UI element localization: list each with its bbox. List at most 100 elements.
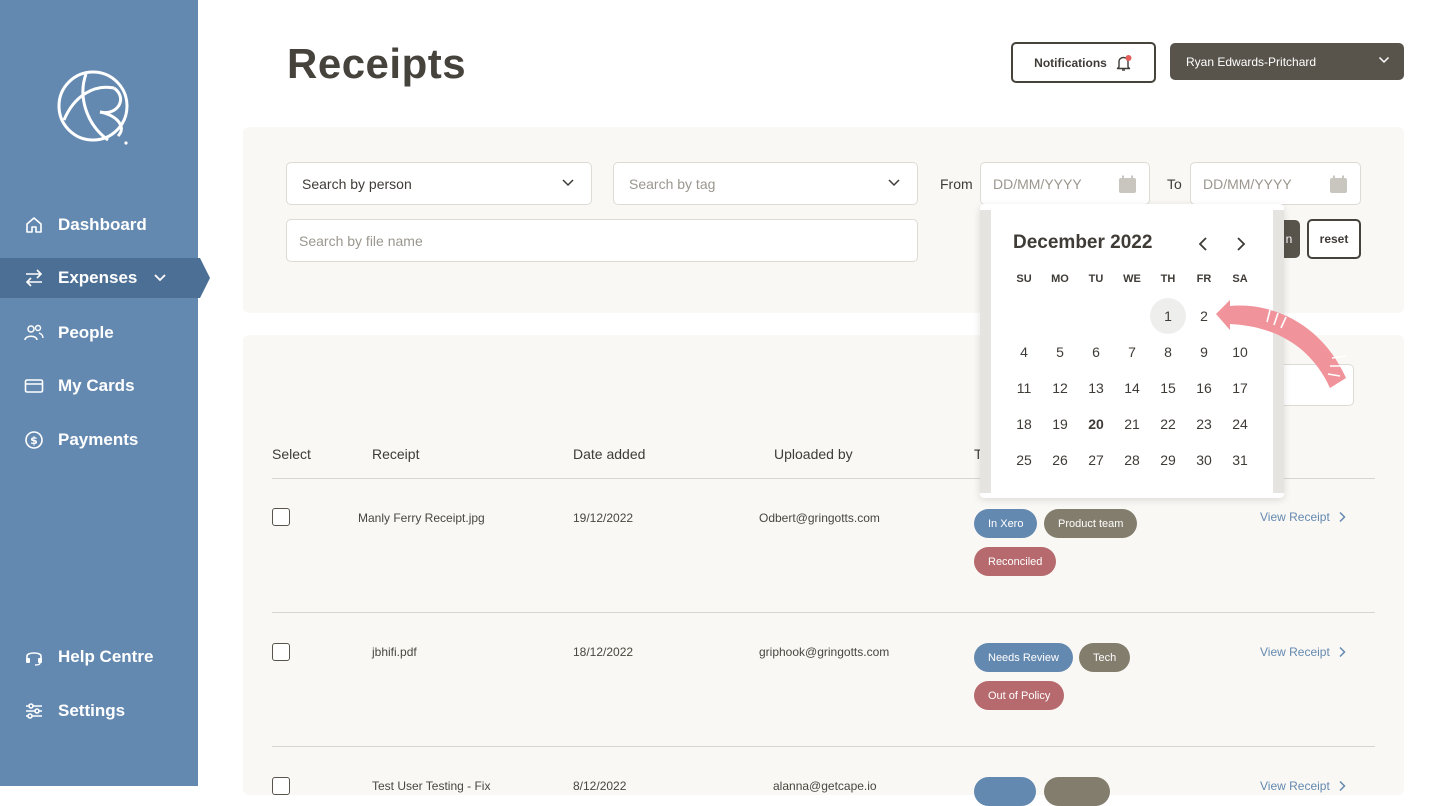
calendar-day[interactable]: 10 — [1222, 334, 1258, 370]
calendar-day[interactable]: 7 — [1114, 334, 1150, 370]
nav-label: Dashboard — [58, 215, 147, 234]
chevron-down-icon — [562, 179, 574, 187]
calendar-icon[interactable] — [1329, 175, 1348, 194]
calendar-day[interactable]: 28 — [1114, 442, 1150, 478]
user-menu-button[interactable]: Ryan Edwards-Pritchard — [1170, 43, 1404, 80]
calendar-icon[interactable] — [1118, 175, 1137, 194]
date-picker-month-title: December 2022 — [1013, 232, 1153, 253]
next-month-button[interactable] — [1234, 235, 1248, 253]
file-name-placeholder: Search by file name — [299, 232, 423, 249]
view-receipt-label: View Receipt — [1260, 510, 1330, 524]
row-checkbox[interactable] — [272, 643, 290, 661]
tag-in-xero[interactable]: In Xero — [974, 509, 1038, 538]
notifications-button[interactable]: Notifications — [1011, 42, 1156, 83]
person-select[interactable]: Search by person — [286, 162, 592, 205]
view-receipt-label: View Receipt — [1260, 645, 1330, 659]
date-added: 8/12/2022 — [573, 779, 627, 793]
chevron-right-icon — [1339, 646, 1346, 658]
receipt-name: Manly Ferry Receipt.jpg — [358, 511, 485, 525]
chevron-down-icon — [888, 179, 900, 187]
calendar-day[interactable]: 17 — [1222, 370, 1258, 406]
from-date-placeholder: DD/MM/YYYY — [993, 175, 1082, 192]
nav-help-centre[interactable]: Help Centre — [0, 637, 198, 677]
to-date-input[interactable]: DD/MM/YYYY — [1190, 162, 1361, 205]
calendar-day[interactable]: 19 — [1042, 406, 1078, 442]
column-header-select: Select — [272, 446, 311, 462]
calendar-day[interactable]: 4 — [1006, 334, 1042, 370]
chevron-right-icon — [1237, 237, 1246, 251]
weekday-header: FR — [1196, 273, 1212, 285]
bell-icon — [1116, 54, 1132, 71]
transfer-icon — [24, 268, 44, 288]
calendar-day[interactable]: 8 — [1150, 334, 1186, 370]
calendar-day[interactable]: 21 — [1114, 406, 1150, 442]
nav-payments[interactable]: $ Payments — [0, 420, 198, 460]
column-header-receipt: Receipt — [372, 446, 420, 462]
view-receipt-link[interactable]: View Receipt — [1260, 510, 1346, 524]
calendar-day[interactable]: 11 — [1006, 370, 1042, 406]
tag-product-team[interactable]: Product team — [1044, 509, 1138, 538]
chevron-down-icon[interactable] — [153, 273, 167, 283]
calendar-day[interactable]: 6 — [1078, 334, 1114, 370]
tag-reconciled[interactable]: Reconciled — [974, 547, 1057, 576]
row-checkbox[interactable] — [272, 508, 290, 526]
to-label: To — [1167, 176, 1182, 192]
nav-settings[interactable]: Settings — [0, 691, 198, 731]
calendar-day[interactable]: 18 — [1006, 406, 1042, 442]
tag-pill[interactable] — [1044, 777, 1110, 806]
calendar-day[interactable]: 29 — [1150, 442, 1186, 478]
previous-month-button[interactable] — [1196, 235, 1210, 253]
calendar-day[interactable]: 27 — [1078, 442, 1114, 478]
page-title: Receipts — [287, 40, 467, 87]
view-receipt-link[interactable]: View Receipt — [1260, 645, 1346, 659]
date-added: 19/12/2022 — [573, 511, 634, 525]
brand-logo[interactable] — [56, 66, 130, 146]
reset-button[interactable]: reset — [1307, 219, 1361, 259]
calendar-day[interactable]: 2 — [1186, 298, 1222, 334]
view-receipt-link[interactable]: View Receipt — [1260, 779, 1346, 793]
calendar-day[interactable]: 1 — [1150, 298, 1186, 334]
calendar-day[interactable]: 9 — [1186, 334, 1222, 370]
calendar-day[interactable]: 15 — [1150, 370, 1186, 406]
dollar-icon: $ — [24, 430, 44, 450]
nav-dashboard[interactable]: Dashboard — [0, 205, 198, 245]
tag-tech[interactable]: Tech — [1079, 643, 1131, 672]
calendar-day[interactable]: 20 — [1078, 406, 1114, 442]
calendar-day[interactable]: 30 — [1186, 442, 1222, 478]
chevron-right-icon — [1339, 780, 1346, 792]
tag-needs-review[interactable]: Needs Review — [974, 643, 1073, 672]
chevron-right-icon — [1339, 511, 1346, 523]
calendar-day[interactable]: 22 — [1150, 406, 1186, 442]
nav-people[interactable]: People — [0, 313, 198, 353]
receipt-name: Test User Testing - Fix — [372, 779, 491, 793]
calendar-day[interactable]: 13 — [1078, 370, 1114, 406]
file-name-search-input[interactable]: Search by file name — [286, 219, 918, 262]
calendar-day[interactable]: 24 — [1222, 406, 1258, 442]
uploaded-by: griphook@gringotts.com — [759, 645, 890, 659]
from-date-input[interactable]: DD/MM/YYYY — [980, 162, 1150, 205]
calendar-day[interactable]: 31 — [1222, 442, 1258, 478]
to-date-placeholder: DD/MM/YYYY — [1203, 175, 1292, 192]
calendar-day[interactable]: 23 — [1186, 406, 1222, 442]
calendar-day[interactable]: 14 — [1114, 370, 1150, 406]
calendar-day[interactable]: 26 — [1042, 442, 1078, 478]
nav-my-cards[interactable]: My Cards — [0, 366, 198, 406]
tag-pill[interactable] — [974, 777, 1036, 806]
nav-label: Help Centre — [58, 647, 154, 666]
card-icon — [24, 376, 44, 396]
tag-out-of-policy[interactable]: Out of Policy — [974, 681, 1065, 710]
calendar-day[interactable]: 25 — [1006, 442, 1042, 478]
receipt-name: jbhifi.pdf — [372, 645, 417, 659]
person-select-value: Search by person — [302, 175, 412, 192]
calendar-day[interactable]: 12 — [1042, 370, 1078, 406]
tag-select[interactable]: Search by tag — [613, 162, 918, 205]
weekday-header: TH — [1160, 273, 1176, 285]
row-divider — [272, 612, 1375, 613]
weekday-header: TU — [1088, 273, 1104, 285]
calendar-day[interactable]: 3 — [1222, 298, 1258, 334]
calendar-day[interactable]: 16 — [1186, 370, 1222, 406]
calendar-day[interactable]: 5 — [1042, 334, 1078, 370]
row-checkbox[interactable] — [272, 777, 290, 795]
nav-expenses[interactable]: Expenses — [0, 258, 210, 298]
notifications-label: Notifications — [1034, 55, 1107, 70]
